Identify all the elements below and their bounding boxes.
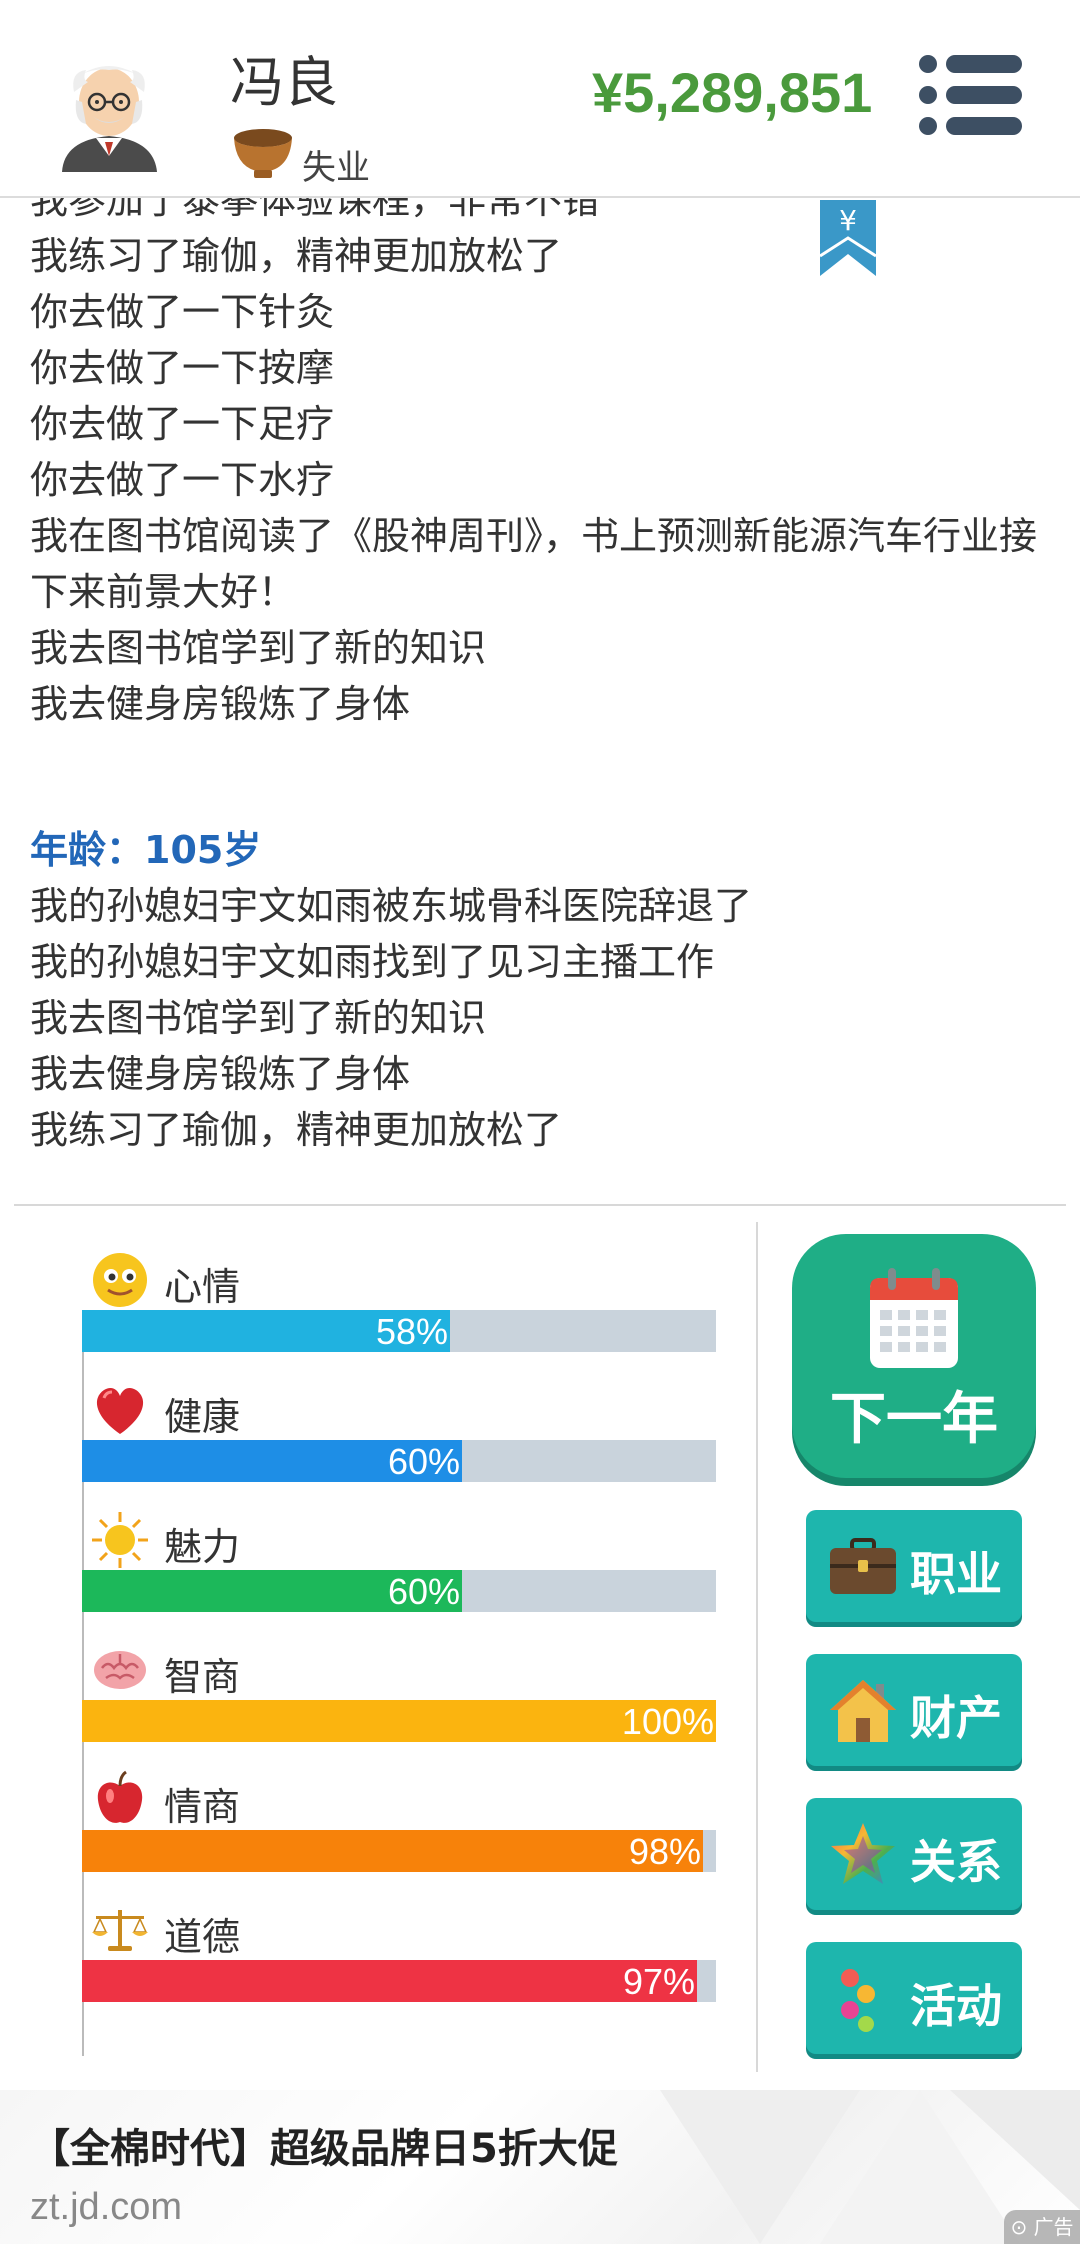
scales-icon [90,1900,150,1960]
activity-dots-icon [841,1969,875,2032]
stat-row: 魅力 60% [82,1504,716,1612]
house-icon [830,1680,896,1742]
log-entry: 我参加了泰拳体验课程，非常不错 [30,198,601,222]
relations-button[interactable]: 关系 [806,1798,1022,1910]
log-entry: 我的孙媳妇宇文如雨被东城骨科医院辞退了 [30,884,753,928]
stat-bar-track: 97% [82,1960,716,2002]
bookmark-money-icon[interactable]: ¥ [820,200,876,276]
stat-header: 健康 [82,1374,716,1440]
sun-icon [90,1510,150,1570]
player-name: 冯良 [230,51,338,114]
stat-percent: 97% [622,1961,695,2002]
log-entry: 我的孙媳妇宇文如雨找到了见习主播工作 [30,940,715,984]
log-entry: 我去健身房锻炼了身体 [30,682,411,726]
briefcase-icon [830,1538,896,1594]
ad-title: 【全棉时代】超级品牌日5折大促 [30,2126,618,2172]
old-man-avatar[interactable] [52,52,167,172]
ad-url: zt.jd.com [30,2186,183,2228]
career-label: 职业 [910,1547,1002,1601]
relations-label: 关系 [910,1835,1002,1889]
stat-percent: 60% [387,1441,460,1482]
activities-button[interactable]: 活动 [806,1942,1022,2054]
bookmark-symbol: ¥ [839,204,857,237]
log-entry: 我练习了瑜伽，精神更加放松了 [30,1108,563,1152]
stat-header: 魅力 [82,1504,716,1570]
stat-bar-track: 60% [82,1570,716,1612]
log-entry: 我练习了瑜伽，精神更加放松了 [30,234,563,278]
stat-row: 道德 97% [82,1894,716,2002]
apple-icon [90,1770,150,1830]
stat-label: 心情 [164,1265,241,1309]
stat-percent: 98% [628,1831,701,1872]
stat-header: 情商 [82,1764,716,1830]
heart-icon [90,1380,150,1440]
log-entry: 我去健身房锻炼了身体 [30,1052,411,1096]
top-bar: 冯良 失业 ¥5,289,851 [0,0,1080,198]
stat-bar-track: 98% [82,1830,716,1872]
stat-bar-track: 60% [82,1440,716,1482]
log-entry: 我去图书馆学到了新的知识 [30,626,487,670]
ad-badge[interactable]: ⊙ 广告 [1004,2210,1080,2244]
event-log-content: 我参加了泰拳体验课程，非常不错我练习了瑜伽，精神更加放松了 你去做了一下针灸 你去做… [30,198,1040,1158]
log-entry: 我在图书馆阅读了《股神周刊》，书上预测新能源汽车行业接下来前景大好！ [30,514,1038,614]
stat-row: 智商 100% [82,1634,716,1742]
stat-header: 智商 [82,1634,716,1700]
ad-badge-label: 广告 [1033,2215,1074,2239]
stat-row: 情商 98% [82,1764,716,1872]
stat-label: 智商 [164,1655,241,1699]
log-entry: 我去图书馆学到了新的知识 [30,996,487,1040]
log-entry: 你去做了一下按摩 [30,346,335,390]
event-log[interactable]: 我参加了泰拳体验课程，非常不错我练习了瑜伽，精神更加放松了 你去做了一下针灸 你去做… [0,198,1080,1204]
property-button[interactable]: 财产 [806,1654,1022,1766]
career-button[interactable]: 职业 [806,1510,1022,1622]
stat-header: 道德 [82,1894,716,1960]
age-heading: 年龄：105岁 [30,828,262,872]
stat-bar-track: 58% [82,1310,716,1352]
stat-bar-track: 100% [82,1700,716,1742]
menu-icon[interactable] [918,54,1024,136]
job-status: 失业 [302,148,370,188]
stat-percent: 60% [387,1571,460,1612]
next-year-label: 下一年 [830,1387,998,1452]
stat-label: 健康 [164,1395,241,1439]
rainbow-star-icon [831,1823,895,1884]
stat-row: 心情 58% [82,1244,716,1352]
log-entry: 你去做了一下水疗 [30,458,335,502]
smiley-face-icon [90,1250,150,1310]
stat-label: 道德 [164,1915,241,1959]
stat-percent: 58% [375,1311,448,1352]
stats-panel: 心情 58% 健康 60% 魅力 60% 智商 100% 情商 98% 道德 97% [0,1206,760,2086]
calendar-icon [870,1268,958,1368]
empty-bowl-icon [234,129,292,178]
property-label: 财产 [910,1691,1002,1745]
stat-row: 健康 60% [82,1374,716,1482]
ad-banner[interactable]: 【全棉时代】超级品牌日5折大促 zt.jd.com ⊙ 广告 [0,2090,1080,2244]
money-balance: ¥5,289,851 [592,61,873,124]
stat-label: 情商 [164,1785,241,1829]
log-entry: 你去做了一下针灸 [30,290,335,334]
activities-label: 活动 [910,1979,1002,2033]
stat-percent: 100% [621,1701,714,1742]
brain-icon [90,1640,150,1700]
log-entry: 你去做了一下足疗 [30,402,335,446]
next-year-button[interactable]: 下一年 [792,1234,1036,1478]
stat-label: 魅力 [164,1525,241,1569]
stat-header: 心情 [82,1244,716,1310]
vertical-divider [756,1222,758,2072]
